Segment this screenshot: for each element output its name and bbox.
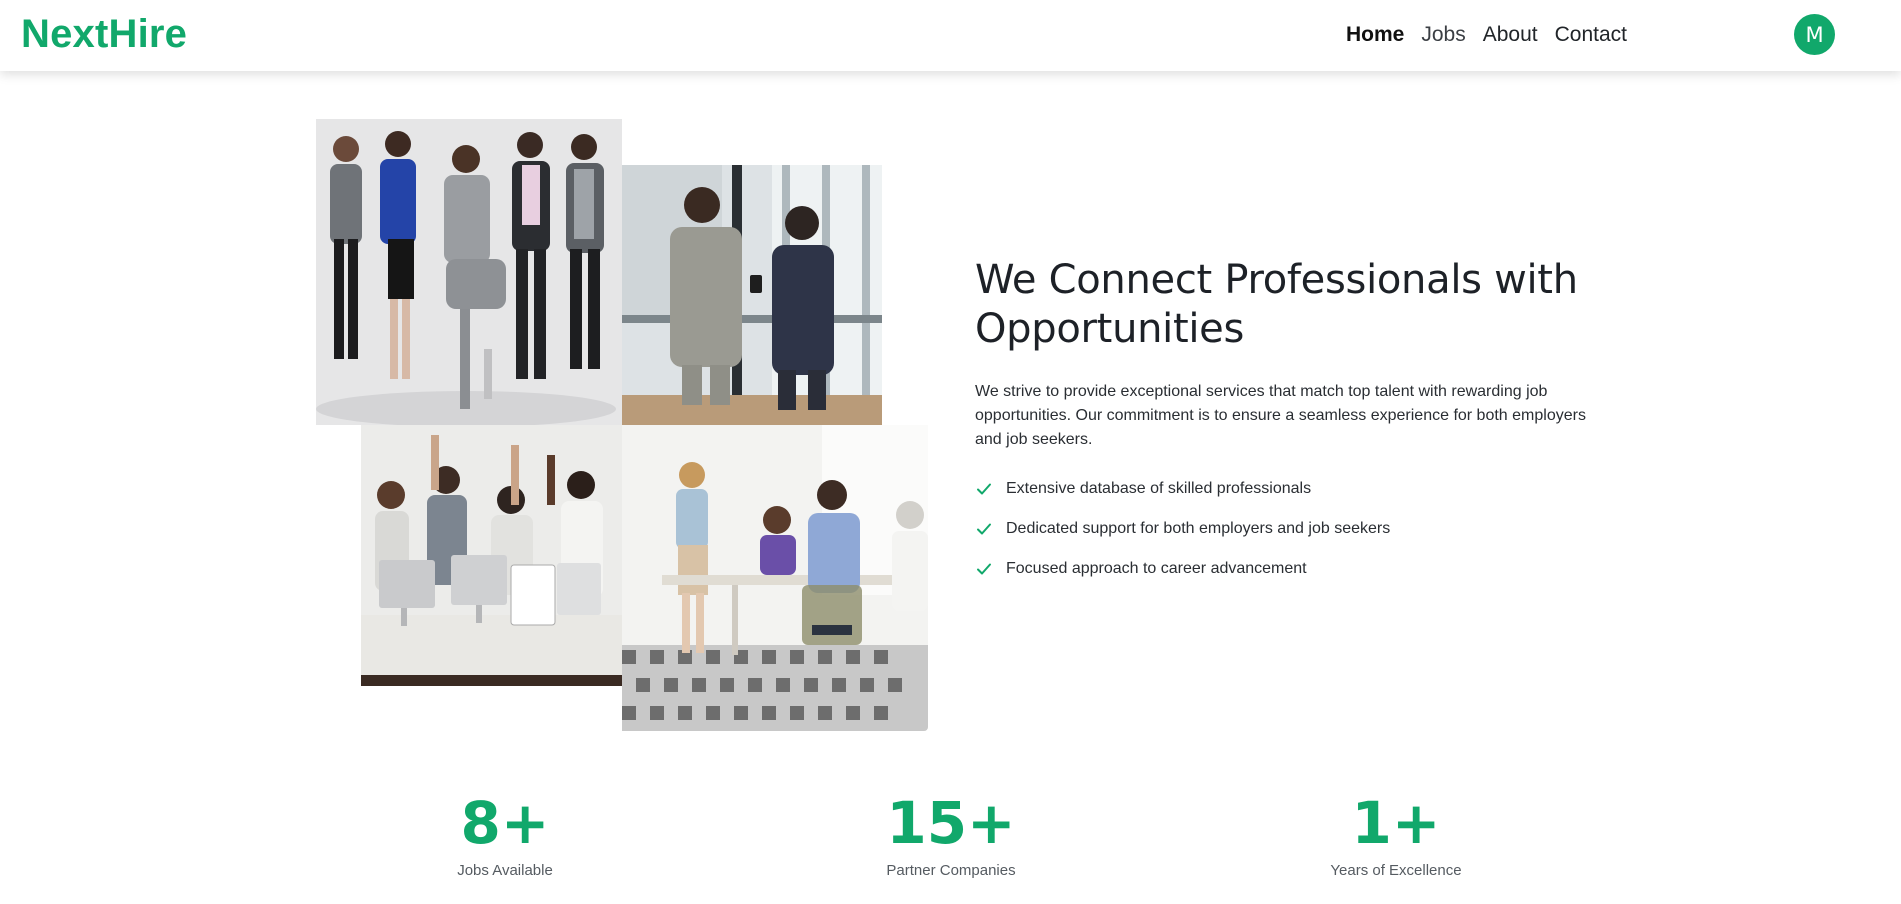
feature-item: Dedicated support for both employers and… [975, 509, 1595, 549]
handshake-photo [622, 165, 882, 425]
hero-title: We Connect Professionals with Opportunit… [975, 257, 1578, 352]
nav-link-jobs[interactable]: Jobs [1421, 21, 1465, 49]
feature-list: Extensive database of skilled profession… [975, 469, 1595, 589]
nav-link-home[interactable]: Home [1346, 21, 1404, 49]
feature-item: Extensive database of skilled profession… [975, 469, 1595, 509]
feature-text: Focused approach to career advancement [1006, 560, 1307, 577]
team-celebration-photo [361, 425, 622, 686]
feature-item: Focused approach to career advancement [975, 549, 1595, 589]
check-icon [977, 563, 991, 575]
stat-years-of-excellence: 1+ Years of Excellence [1246, 790, 1546, 879]
stat-jobs-available: 8+ Jobs Available [355, 790, 655, 879]
stat-partner-companies: 15+ Partner Companies [801, 790, 1101, 879]
brand-logo[interactable]: NextHire [21, 12, 187, 57]
meeting-room-photo [622, 425, 928, 731]
stat-value: 15+ [886, 789, 1016, 857]
check-icon [977, 483, 991, 495]
stat-label: Jobs Available [457, 862, 553, 879]
about-section: We Connect Professionals with Opportunit… [975, 256, 1595, 589]
feature-text: Extensive database of skilled profession… [1006, 480, 1312, 497]
stat-value: 1+ [1351, 789, 1441, 857]
navbar: NextHire Home Jobs About Contact M [0, 0, 1901, 71]
team-group-photo [316, 119, 622, 425]
stat-label: Partner Companies [886, 862, 1016, 879]
feature-text: Dedicated support for both employers and… [1006, 520, 1391, 537]
nav-link-contact[interactable]: Contact [1555, 21, 1627, 49]
stat-value: 8+ [460, 789, 550, 857]
hero-description: We strive to provide exceptional service… [975, 383, 1586, 448]
check-icon [977, 523, 991, 535]
nav-link-about[interactable]: About [1483, 21, 1538, 49]
user-avatar[interactable]: M [1794, 14, 1835, 55]
nav-links: Home Jobs About Contact [1329, 21, 1627, 49]
stat-label: Years of Excellence [1330, 862, 1462, 879]
